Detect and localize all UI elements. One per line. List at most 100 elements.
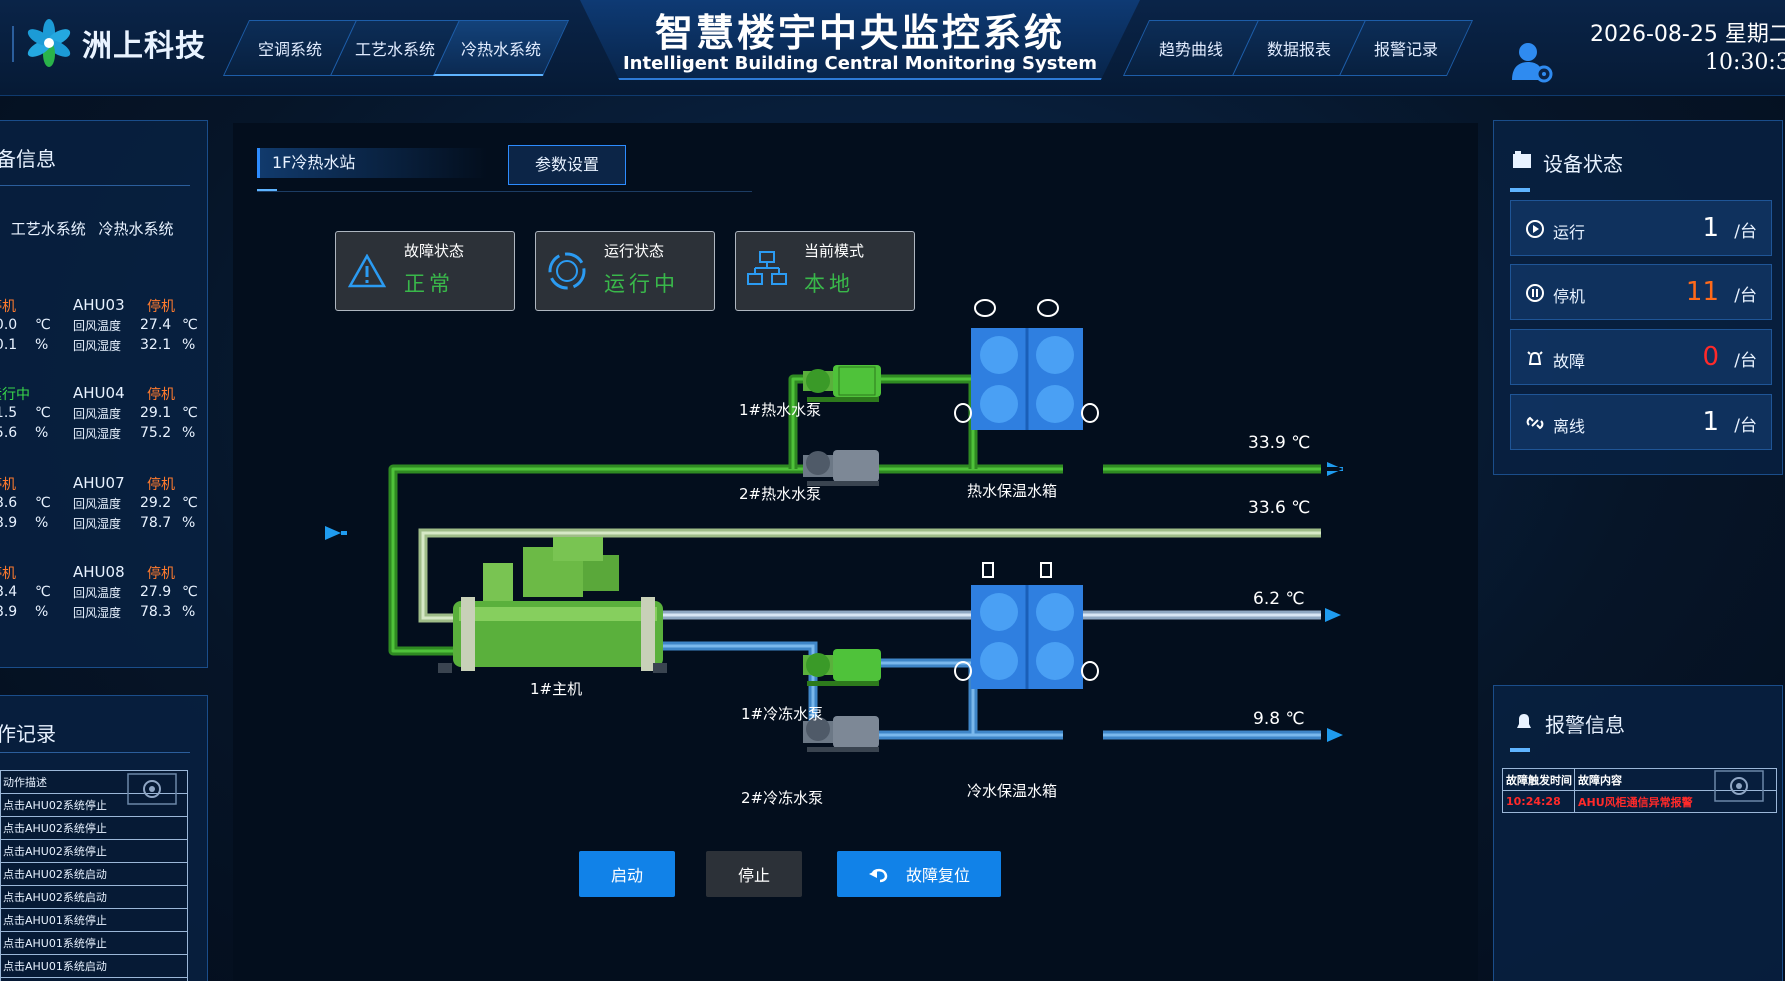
alarm-settings-icon[interactable]: [1714, 770, 1764, 802]
log-row[interactable]: 点击AHU02系统启动: [0, 862, 188, 886]
return-air-hum-label: 回风湿度: [73, 517, 122, 531]
log-row-text: 点击AHU02系统启动: [0, 885, 188, 909]
stat-value: 1: [1702, 213, 1719, 243]
stat-value: 0: [1702, 342, 1719, 372]
stat-offline[interactable]: 离线 1/台: [1510, 394, 1772, 450]
log-row-text: 点击AHU02系统启动: [0, 862, 188, 886]
log-row[interactable]: 点击AHU02系统停止: [0, 816, 188, 840]
start-button[interactable]: 启动: [579, 851, 675, 897]
return-air-temp-label: 回风温度: [73, 407, 122, 421]
ahu-left-hum: 78.9: [0, 604, 18, 620]
log-row-text: 点击AHU01系统启动: [0, 977, 188, 981]
hum-unit: %: [35, 337, 49, 353]
log-row[interactable]: 点击AHU01系统启动: [0, 977, 188, 981]
ahu-left-status: 停机: [0, 299, 16, 315]
ahu-temp: 27.9: [140, 584, 172, 600]
cold-water-tank[interactable]: [954, 562, 1099, 689]
ahu-temp: 27.4: [140, 317, 172, 333]
temp-unit: ℃: [182, 584, 198, 600]
return-air-hum-label: 回风湿度: [73, 427, 122, 441]
hot-pump-1[interactable]: [803, 365, 881, 402]
stat-label: 停机: [1553, 287, 1586, 306]
ahu-left-temp: 20.0: [0, 317, 18, 333]
temp-unit: ℃: [182, 405, 198, 421]
temp-unit: ℃: [35, 405, 51, 421]
hot-water-tank[interactable]: [954, 299, 1099, 430]
ahu-hum: 78.7: [140, 515, 172, 531]
return-air-temp-label: 回风温度: [73, 586, 122, 600]
ahu-temp: 29.2: [140, 495, 172, 511]
fault-reset-button[interactable]: 故障复位: [837, 851, 1001, 897]
stat-label: 故障: [1553, 352, 1586, 371]
hum-unit: %: [35, 425, 49, 441]
temp-unit: ℃: [182, 495, 198, 511]
stat-unit: /台: [1734, 416, 1757, 436]
unlink-icon: [1526, 416, 1544, 430]
ahu-left-temp: 28.6: [0, 495, 18, 511]
log-row[interactable]: 点击AHU01系统停止: [0, 931, 188, 955]
temp-unit: ℃: [35, 495, 51, 511]
alarm-info-panel: [1493, 685, 1783, 981]
ahu-name: AHU03: [73, 296, 125, 314]
stat-label: 运行: [1553, 223, 1586, 242]
log-settings-icon[interactable]: [127, 773, 177, 805]
ahu-left-hum: 55.6: [0, 425, 18, 441]
ahu-hum: 75.2: [140, 425, 172, 441]
device-status-title: 设备状态: [1543, 152, 1623, 176]
stat-unit: /台: [1734, 286, 1757, 306]
main-diagram-area: 1F冷热水站 参数设置 故障状态 正常 运行状态 运行中 当前模式 本地 1#热…: [233, 123, 1478, 981]
nav-left: 空调系统 工艺水系统 冷热水系统: [222, 20, 570, 76]
hum-unit: %: [182, 425, 196, 441]
log-row[interactable]: 点击AHU01系统启动: [0, 954, 188, 978]
undo-icon: [868, 868, 888, 883]
log-row[interactable]: 点击AHU02系统停止: [0, 839, 188, 863]
ahu-hum: 32.1: [140, 337, 172, 353]
header: 洲上科技 空调系统 工艺水系统 冷热水系统 智慧楼宇中央监控系统 Intelli…: [0, 0, 1785, 96]
log-row[interactable]: 点击AHU02系统启动: [0, 885, 188, 909]
chilled-supply-temp: 6.2 ℃: [1253, 589, 1305, 609]
stat-fault[interactable]: 故障 0/台: [1510, 329, 1772, 385]
ahu-left-temp: 21.5: [0, 405, 18, 421]
return-air-temp-label: 回风温度: [73, 319, 122, 333]
device-info-title: 设备信息: [0, 147, 56, 171]
user-settings-icon[interactable]: [1510, 40, 1554, 84]
stat-unit: /台: [1734, 222, 1757, 242]
ahu-status: 停机: [147, 299, 175, 315]
chiller-unit[interactable]: [438, 537, 667, 673]
log-row-text: 点击AHU01系统停止: [0, 908, 188, 932]
hot-pump-2[interactable]: [803, 450, 879, 486]
time-text: 10:30:3: [1705, 50, 1785, 75]
alarm-time: 10:24:28: [1502, 790, 1575, 813]
stat-label: 离线: [1553, 417, 1586, 436]
hum-unit: %: [182, 515, 196, 531]
chilled-return-temp: 9.8 ℃: [1253, 709, 1305, 729]
nav-right: 趋势曲线 数据报表 报警记录: [1122, 20, 1474, 76]
temp-unit: ℃: [35, 317, 51, 333]
ahu-left-temp: 28.4: [0, 584, 18, 600]
hum-unit: %: [182, 604, 196, 620]
hum-unit: %: [35, 515, 49, 531]
stat-stopped[interactable]: 停机 11/台: [1510, 264, 1772, 320]
system-filter-row[interactable]: 空调系统 工艺水系统 冷热水系统: [0, 218, 174, 239]
folder-icon: [1513, 151, 1531, 168]
ahu-hum: 78.3: [140, 604, 172, 620]
stat-running[interactable]: 运行 1/台: [1510, 200, 1772, 256]
hum-unit: %: [182, 337, 196, 353]
page-subtitle: Intelligent Building Central Monitoring …: [622, 53, 1098, 74]
ahu-status: 停机: [147, 387, 175, 403]
alarm-header-time: 故障触发时间: [1502, 768, 1575, 791]
stop-button[interactable]: 停止: [706, 851, 802, 897]
ahu-left-status: 停机: [0, 566, 16, 582]
return-air-hum-label: 回风湿度: [73, 606, 122, 620]
temp-unit: ℃: [182, 317, 198, 333]
stat-value: 11: [1685, 277, 1719, 307]
logo-text: 洲上科技: [82, 29, 206, 64]
alarm-bell-icon: [1517, 714, 1531, 728]
ahu-name: AHU08: [73, 563, 125, 581]
hum-unit: %: [35, 604, 49, 620]
log-row[interactable]: 点击AHU01系统停止: [0, 908, 188, 932]
cold-tank-label: 冷水保温水箱: [967, 782, 1058, 800]
ahu-left-status: 停机: [0, 477, 16, 493]
hot-tank-label: 热水保温水箱: [967, 482, 1058, 500]
ahu-left-hum: 78.9: [0, 515, 18, 531]
